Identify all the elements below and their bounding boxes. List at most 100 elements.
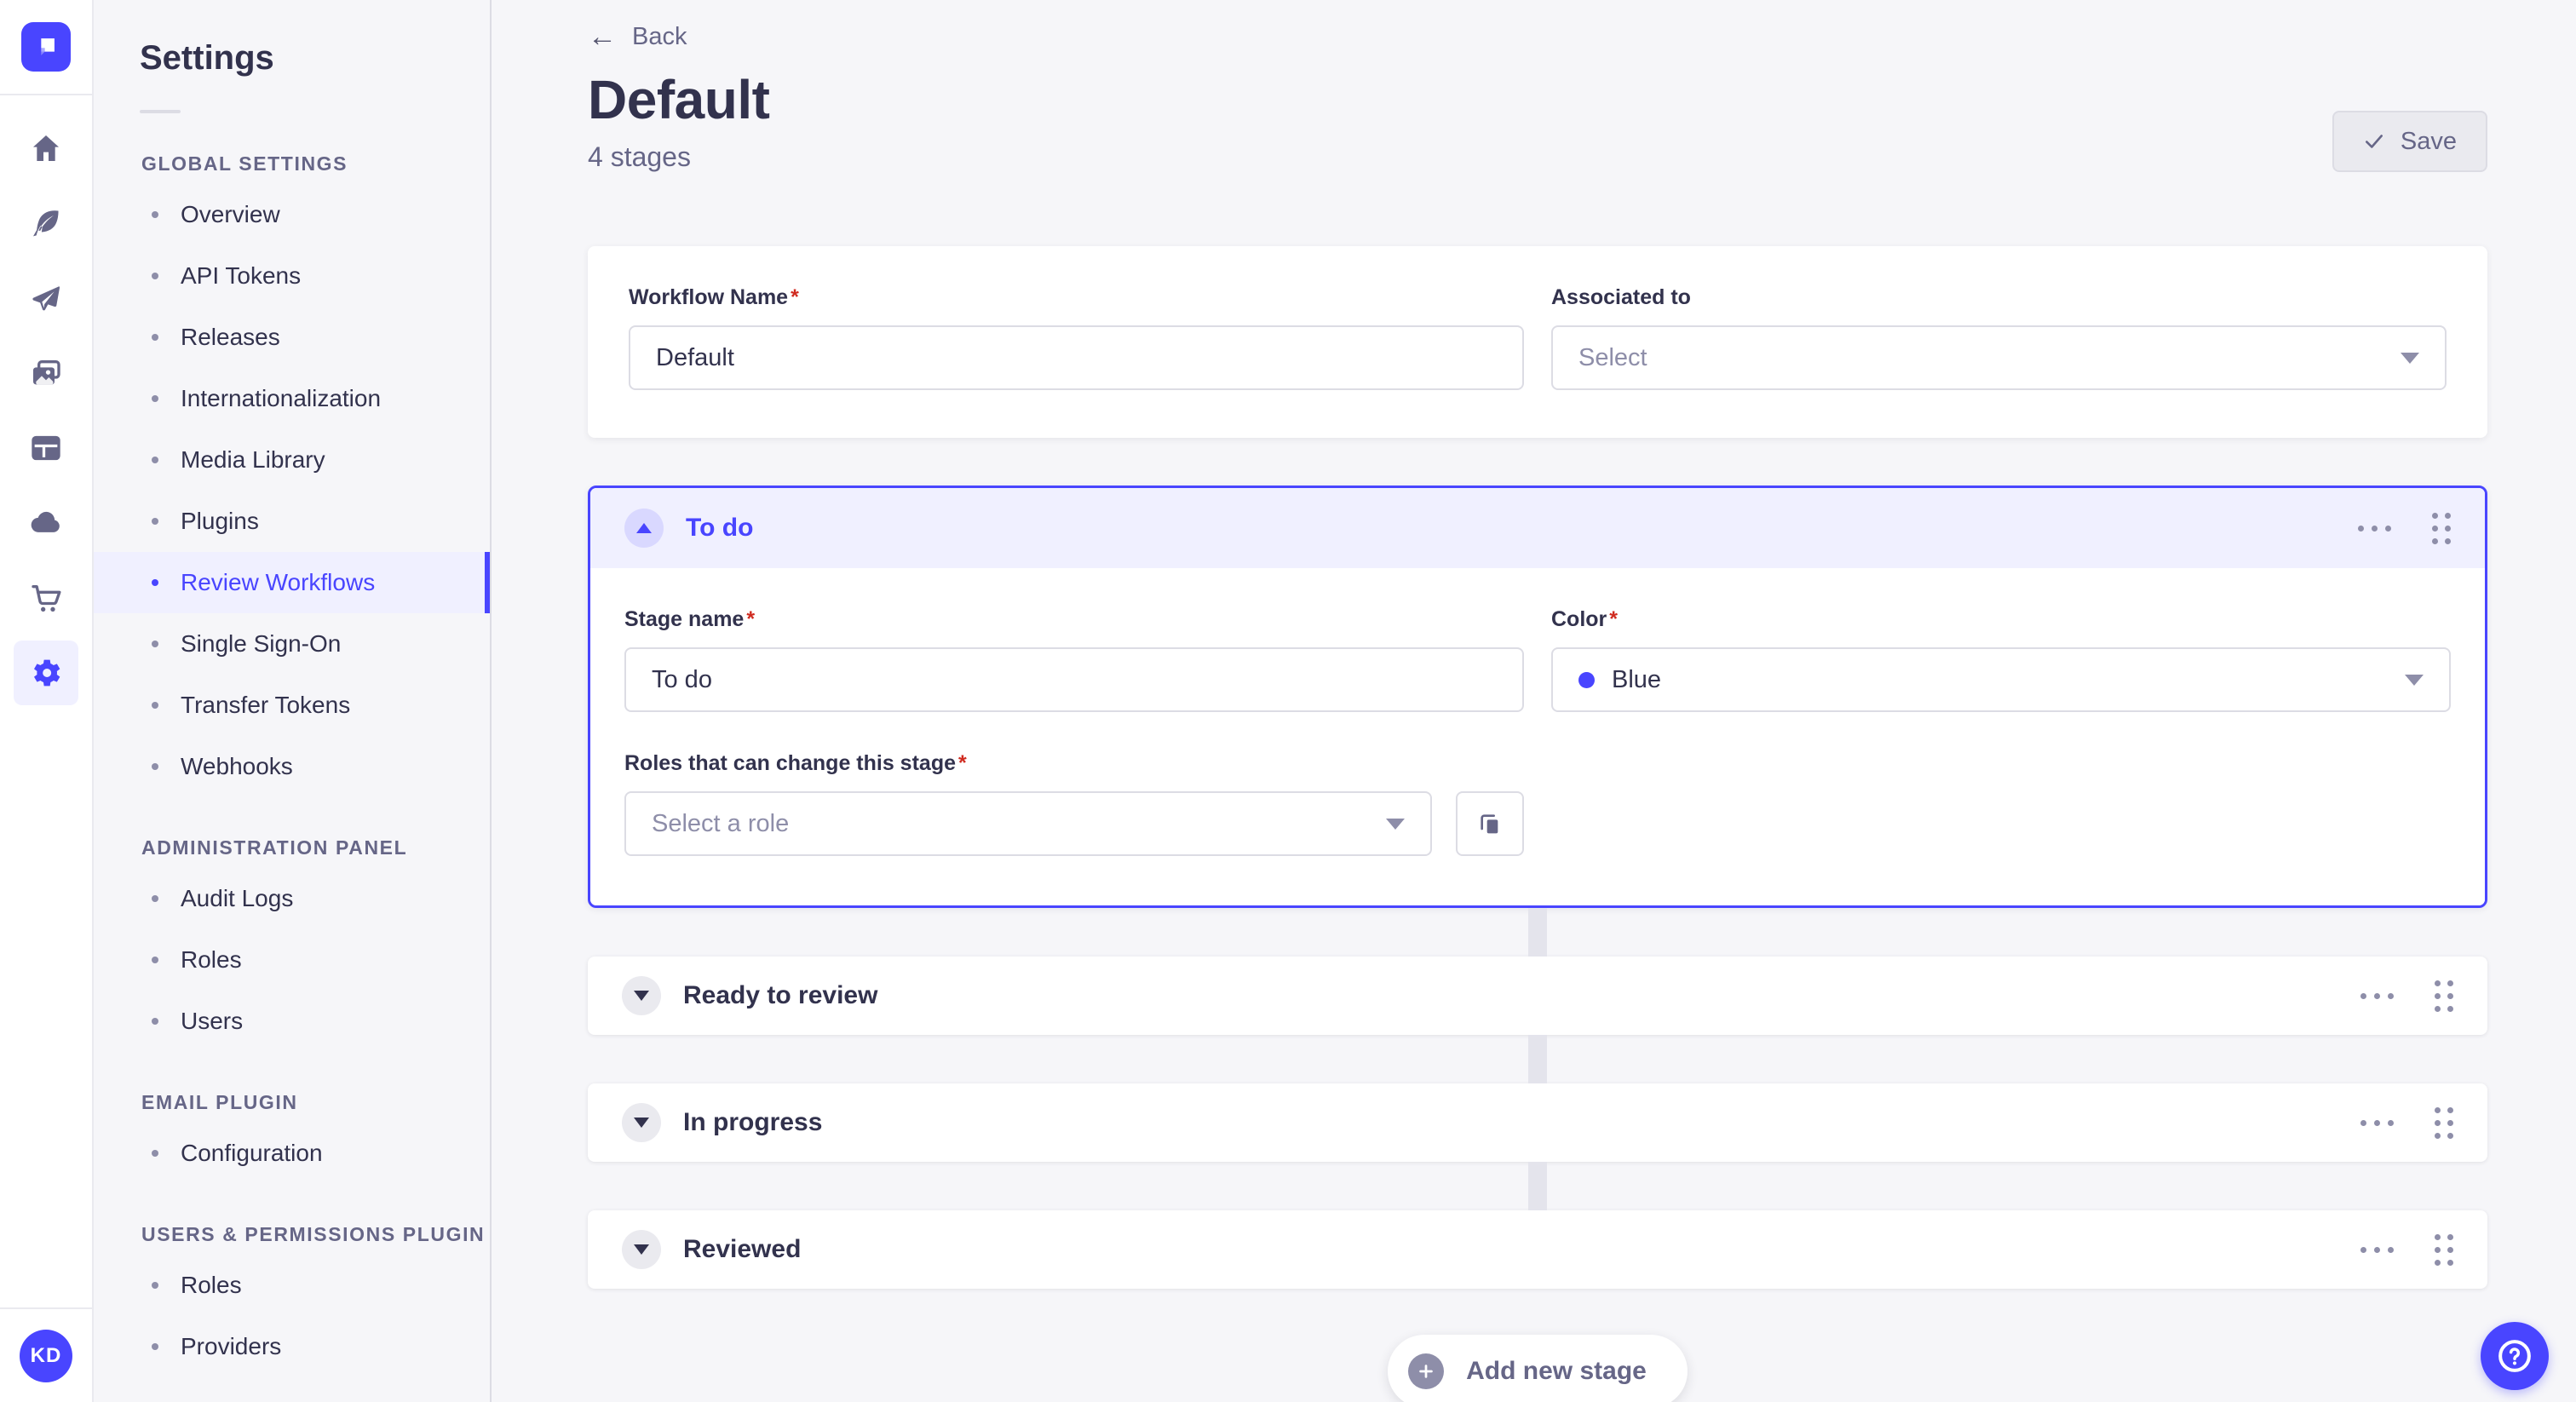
sidebar-item-up-roles[interactable]: Roles	[94, 1255, 490, 1316]
required-marker: *	[958, 751, 967, 775]
stage-card-ready-to-review[interactable]: Ready to review	[588, 957, 2487, 1035]
page-subtitle: 4 stages	[588, 141, 691, 172]
expand-button[interactable]	[622, 1230, 661, 1269]
sidebar-item-users[interactable]: Users	[94, 991, 490, 1052]
sidebar-item-internationalization[interactable]: Internationalization	[94, 368, 490, 429]
stage-card-to-do: To do Stage name* Color*	[588, 486, 2487, 908]
user-avatar[interactable]: KD	[20, 1329, 72, 1382]
stage-header-to-do[interactable]: To do	[590, 488, 2485, 568]
strapi-logo-icon	[41, 38, 55, 55]
add-stage-label: Add new stage	[1466, 1357, 1647, 1385]
stage-name-field-group: Stage name *	[624, 607, 1524, 712]
bullet-icon	[152, 1018, 158, 1025]
sidebar-item-audit-logs[interactable]: Audit Logs	[94, 868, 490, 929]
nav-section-label: GLOBAL SETTINGS	[141, 152, 348, 175]
stage-title: Reviewed	[683, 1235, 802, 1263]
bullet-icon	[152, 579, 158, 586]
associated-to-field-group: Associated to Select	[1551, 285, 2447, 390]
expand-button[interactable]	[622, 976, 661, 1015]
back-arrow-icon: ←	[588, 20, 617, 53]
nav-section-global-settings: GLOBAL SETTINGS Overview API Tokens Rele…	[94, 152, 490, 797]
bullet-icon	[152, 518, 158, 525]
home-icon[interactable]	[14, 116, 78, 181]
stage-card-in-progress[interactable]: In progress	[588, 1083, 2487, 1162]
chevron-down-icon	[634, 1118, 649, 1128]
workflow-form-card: Workflow Name* Associated to Select	[588, 246, 2487, 438]
sidebar-item-review-workflows[interactable]: Review Workflows	[94, 552, 490, 613]
layout-icon[interactable]	[14, 416, 78, 480]
nav-section-users-permissions-plugin: USERS & PERMISSIONS PLUGIN Roles Provide…	[94, 1223, 490, 1377]
add-new-stage-button[interactable]: Add new stage	[1388, 1335, 1688, 1402]
collapse-button[interactable]	[624, 509, 664, 548]
stage-body: Stage name* Color* Blue R	[590, 568, 2485, 905]
feather-icon[interactable]	[14, 191, 78, 256]
help-button[interactable]	[2481, 1322, 2549, 1390]
more-options-icon[interactable]	[2360, 1238, 2394, 1261]
sidebar-item-webhooks[interactable]: Webhooks	[94, 736, 490, 797]
bullet-icon	[152, 1282, 158, 1289]
drag-handle-icon[interactable]	[2435, 1233, 2453, 1266]
drag-handle-icon[interactable]	[2432, 512, 2451, 544]
sidebar-item-plugins[interactable]: Plugins	[94, 491, 490, 552]
cloud-icon[interactable]	[14, 491, 78, 555]
chevron-down-icon	[634, 991, 649, 1001]
stage-roles-field-group: Roles that can change this stage * Select…	[624, 751, 1524, 856]
media-library-icon[interactable]	[14, 341, 78, 405]
nav-section-administration-panel: ADMINISTRATION PANEL Audit Logs Roles Us…	[94, 836, 490, 1052]
stage-title: To do	[686, 514, 754, 542]
sidebar-item-media-library[interactable]: Media Library	[94, 429, 490, 491]
bullet-icon	[152, 1150, 158, 1157]
subnav-title: Settings	[140, 39, 274, 77]
color-select[interactable]: Blue	[1551, 647, 2451, 712]
paper-plane-icon[interactable]	[14, 266, 78, 330]
stage-controls	[2358, 512, 2451, 544]
more-options-icon[interactable]	[2358, 517, 2391, 540]
bullet-icon	[152, 395, 158, 402]
main-content: ← Back Default 4 stages Save Workflow Na…	[492, 0, 2576, 1402]
associated-to-placeholder: Select	[1578, 343, 1647, 371]
copy-icon	[1481, 814, 1498, 834]
save-button[interactable]: Save	[2332, 111, 2487, 172]
drag-handle-icon[interactable]	[2435, 1106, 2453, 1139]
bullet-icon	[152, 334, 158, 341]
save-label: Save	[2400, 127, 2457, 155]
duplicate-roles-button[interactable]	[1456, 791, 1524, 856]
settings-gear-icon[interactable]	[14, 641, 78, 705]
bullet-icon	[152, 211, 158, 218]
chevron-down-icon	[634, 1244, 649, 1255]
nav-section-label: USERS & PERMISSIONS PLUGIN	[141, 1223, 486, 1245]
drag-handle-icon[interactable]	[2435, 980, 2453, 1012]
sidebar-item-transfer-tokens[interactable]: Transfer Tokens	[94, 675, 490, 736]
sidebar-item-overview[interactable]: Overview	[94, 184, 490, 245]
sidebar-item-providers[interactable]: Providers	[94, 1316, 490, 1377]
icon-rail: KD	[0, 0, 94, 1402]
expand-button[interactable]	[622, 1103, 661, 1142]
roles-select[interactable]: Select a role	[624, 791, 1432, 856]
bullet-icon	[152, 641, 158, 647]
required-marker: *	[746, 607, 756, 631]
sidebar-item-releases[interactable]: Releases	[94, 307, 490, 368]
back-link[interactable]: ← Back	[588, 22, 687, 51]
stages-list: To do Stage name* Color*	[588, 486, 2487, 1289]
color-label: Color *	[1551, 607, 1619, 631]
nav-section-email-plugin: EMAIL PLUGIN Configuration	[94, 1091, 490, 1184]
stage-name-input[interactable]	[624, 647, 1524, 712]
associated-to-select[interactable]: Select	[1551, 325, 2447, 390]
bullet-icon	[152, 1343, 158, 1350]
avatar-cell: KD	[0, 1307, 92, 1402]
sidebar-item-api-tokens[interactable]: API Tokens	[94, 245, 490, 307]
stage-card-reviewed[interactable]: Reviewed	[588, 1210, 2487, 1289]
more-options-icon[interactable]	[2360, 1112, 2394, 1135]
more-options-icon[interactable]	[2360, 985, 2394, 1008]
required-marker: *	[791, 285, 799, 309]
roles-label: Roles that can change this stage *	[624, 751, 967, 775]
strapi-logo[interactable]	[21, 22, 71, 72]
chevron-down-icon	[2405, 674, 2424, 686]
cart-icon[interactable]	[14, 566, 78, 630]
required-marker: *	[1609, 607, 1619, 631]
sidebar-item-email-configuration[interactable]: Configuration	[94, 1123, 490, 1184]
workflow-name-input[interactable]	[629, 325, 1524, 390]
settings-subnav: Settings GLOBAL SETTINGS Overview API To…	[94, 0, 492, 1402]
sidebar-item-admin-roles[interactable]: Roles	[94, 929, 490, 991]
sidebar-item-single-sign-on[interactable]: Single Sign-On	[94, 613, 490, 675]
